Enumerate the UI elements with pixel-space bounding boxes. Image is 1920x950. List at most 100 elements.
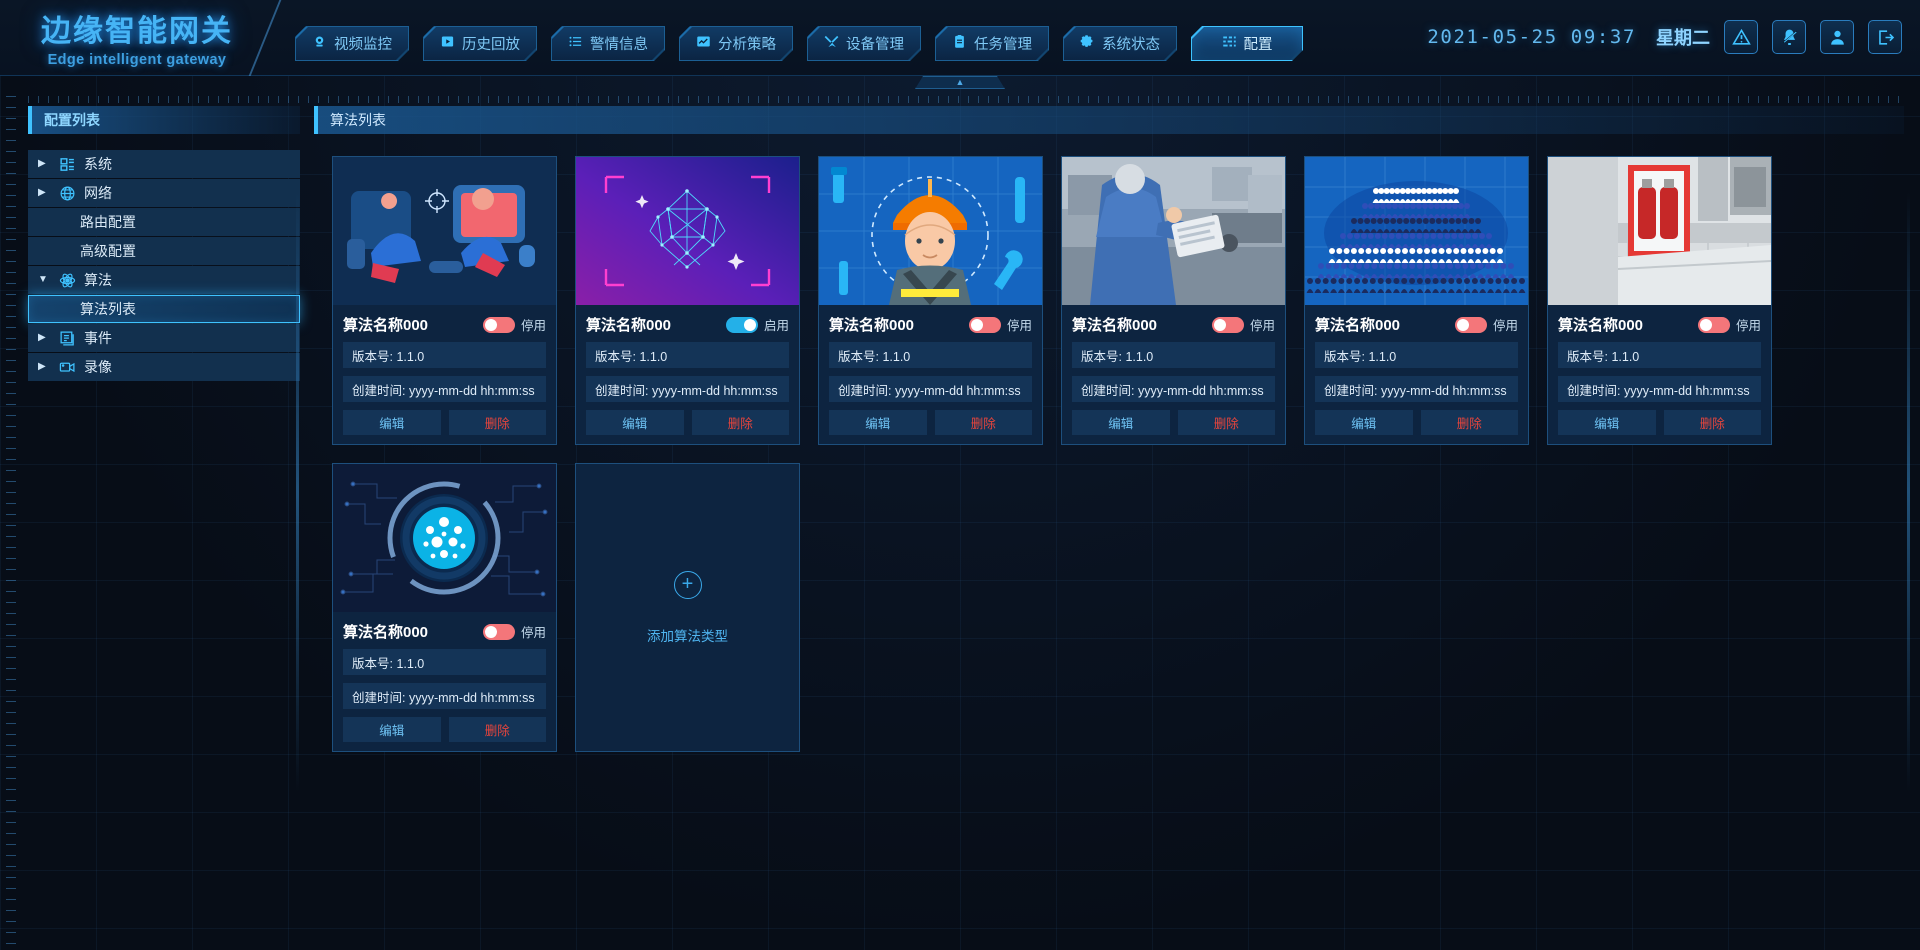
edit-button[interactable]: 编辑	[829, 410, 927, 435]
toggle-switch[interactable]	[968, 316, 1001, 333]
toggle-knob	[1213, 318, 1226, 331]
nav-tab-1[interactable]: 视频监控	[295, 26, 409, 61]
version-field: 版本号: 1.1.0	[829, 342, 1032, 368]
collapse-toggle-button[interactable]: ▲	[915, 76, 1005, 89]
toggle-switch[interactable]	[482, 316, 515, 333]
nav-tab-5[interactable]: 设备管理	[807, 26, 921, 61]
toggle-knob	[1699, 318, 1712, 331]
video-icon	[58, 358, 76, 376]
tab-corner	[524, 48, 536, 60]
tab-corner	[808, 27, 820, 39]
algorithm-thumbnail	[1548, 157, 1771, 305]
user-icon[interactable]	[1820, 20, 1854, 54]
ruler-top	[28, 96, 1904, 103]
toggle-state-label: 停用	[1492, 319, 1518, 333]
sidebar-item-3[interactable]: 路由配置	[28, 208, 300, 236]
edit-button[interactable]: 编辑	[343, 410, 441, 435]
nav-tab-label: 视频监控	[334, 37, 392, 53]
edit-button[interactable]: 编辑	[1315, 410, 1413, 435]
play-box-icon	[440, 34, 455, 53]
sidebar-item-label: 高级配置	[80, 243, 136, 259]
clipboard-icon	[952, 34, 967, 53]
add-algorithm-card[interactable]: + 添加算法类型	[575, 463, 800, 752]
edit-button[interactable]: 编辑	[343, 717, 441, 742]
app-root: 边缘智能网关 Edge intelligent gateway 视频监控 历史回放…	[0, 0, 1920, 950]
atom-icon	[58, 271, 76, 289]
algorithm-card: 算法名称000 停用 版本号: 1.1.0 创建时间: yyyy-mm-dd h…	[818, 156, 1043, 445]
toggle-switch[interactable]	[1211, 316, 1244, 333]
algorithm-thumbnail	[576, 157, 799, 305]
add-algorithm-label: 添加算法类型	[647, 628, 728, 644]
delete-button[interactable]: 删除	[1663, 410, 1761, 435]
sidebar-item-4[interactable]: 高级配置	[28, 237, 300, 265]
caret-icon[interactable]: ▶	[38, 159, 50, 169]
enable-toggle[interactable]: 停用	[968, 315, 1032, 334]
enable-toggle[interactable]: 停用	[482, 315, 546, 334]
logout-icon[interactable]	[1868, 20, 1902, 54]
algorithm-name: 算法名称000	[586, 317, 672, 334]
caret-icon[interactable]: ▶	[38, 333, 50, 343]
version-field: 版本号: 1.1.0	[1315, 342, 1518, 368]
config-sidebar: 配置列表 ▶ 系统 ▶ 网络 路由配置 高级配置 ▼ 算法 算法列表 ▶ 事件 ▶ 录像	[28, 106, 300, 950]
enable-toggle[interactable]: 停用	[1454, 315, 1518, 334]
caret-icon[interactable]: ▶	[38, 188, 50, 198]
toggle-switch[interactable]	[482, 623, 515, 640]
nav-tab-label: 设备管理	[846, 37, 904, 53]
tab-corner	[1036, 48, 1048, 60]
card-actions: 编辑 删除	[1315, 410, 1518, 435]
delete-button[interactable]: 删除	[934, 410, 1032, 435]
nav-tab-8[interactable]: 配置	[1191, 26, 1303, 61]
nav-tab-7[interactable]: 系统状态	[1063, 26, 1177, 61]
tab-corner	[680, 27, 692, 39]
card-actions: 编辑 删除	[586, 410, 789, 435]
caret-icon[interactable]: ▶	[38, 362, 50, 372]
header-right: 2021-05-25 09:37 星期二	[1427, 20, 1902, 54]
sidebar-item-2[interactable]: ▶ 网络	[28, 179, 300, 207]
toggle-switch[interactable]	[725, 316, 758, 333]
event-icon	[58, 329, 76, 347]
sidebar-item-6[interactable]: 算法列表	[28, 295, 300, 323]
sidebar-item-7[interactable]: ▶ 事件	[28, 324, 300, 352]
enable-toggle[interactable]: 停用	[1697, 315, 1761, 334]
tab-corner	[652, 48, 664, 60]
algorithm-thumbnail	[1062, 157, 1285, 305]
warning-icon[interactable]	[1724, 20, 1758, 54]
system-icon	[58, 155, 76, 173]
chevron-up-icon: ▲	[955, 77, 965, 87]
edit-button[interactable]: 编辑	[1558, 410, 1656, 435]
toggle-knob	[743, 318, 756, 331]
caret-icon[interactable]: ▼	[38, 275, 50, 285]
enable-toggle[interactable]: 停用	[482, 622, 546, 641]
toggle-state-label: 停用	[520, 319, 546, 333]
edit-button[interactable]: 编辑	[1072, 410, 1170, 435]
clock-weekday: 星期二	[1656, 28, 1710, 48]
card-actions: 编辑 删除	[829, 410, 1032, 435]
nav-tab-3[interactable]: 警情信息	[551, 26, 665, 61]
toggle-switch[interactable]	[1697, 316, 1730, 333]
toggle-knob	[484, 318, 497, 331]
delete-button[interactable]: 删除	[448, 410, 546, 435]
edit-button[interactable]: 编辑	[586, 410, 684, 435]
toggle-switch[interactable]	[1454, 316, 1487, 333]
sidebar-item-8[interactable]: ▶ 录像	[28, 353, 300, 381]
nav-tab-2[interactable]: 历史回放	[423, 26, 537, 61]
config-tree: ▶ 系统 ▶ 网络 路由配置高级配置 ▼ 算法 算法列表 ▶ 事件 ▶ 录像	[28, 150, 300, 381]
delete-button[interactable]: 删除	[448, 717, 546, 742]
algorithm-name: 算法名称000	[1315, 317, 1401, 334]
created-time-field: 创建时间: yyyy-mm-dd hh:mm:ss	[829, 376, 1032, 402]
bell-muted-icon[interactable]	[1772, 20, 1806, 54]
enable-toggle[interactable]: 启用	[725, 315, 789, 334]
sidebar-item-5[interactable]: ▼ 算法	[28, 266, 300, 294]
card-header: 算法名称000 停用	[1305, 305, 1528, 342]
nav-tab-4[interactable]: 分析策略	[679, 26, 793, 61]
app-header: 边缘智能网关 Edge intelligent gateway 视频监控 历史回放…	[0, 0, 1920, 76]
delete-button[interactable]: 删除	[691, 410, 789, 435]
delete-button[interactable]: 删除	[1420, 410, 1518, 435]
nav-tab-label: 分析策略	[718, 37, 776, 53]
enable-toggle[interactable]: 停用	[1211, 315, 1275, 334]
tab-corner	[1290, 48, 1302, 60]
algorithm-name: 算法名称000	[1072, 317, 1158, 334]
sidebar-item-1[interactable]: ▶ 系统	[28, 150, 300, 178]
delete-button[interactable]: 删除	[1177, 410, 1275, 435]
nav-tab-6[interactable]: 任务管理	[935, 26, 1049, 61]
